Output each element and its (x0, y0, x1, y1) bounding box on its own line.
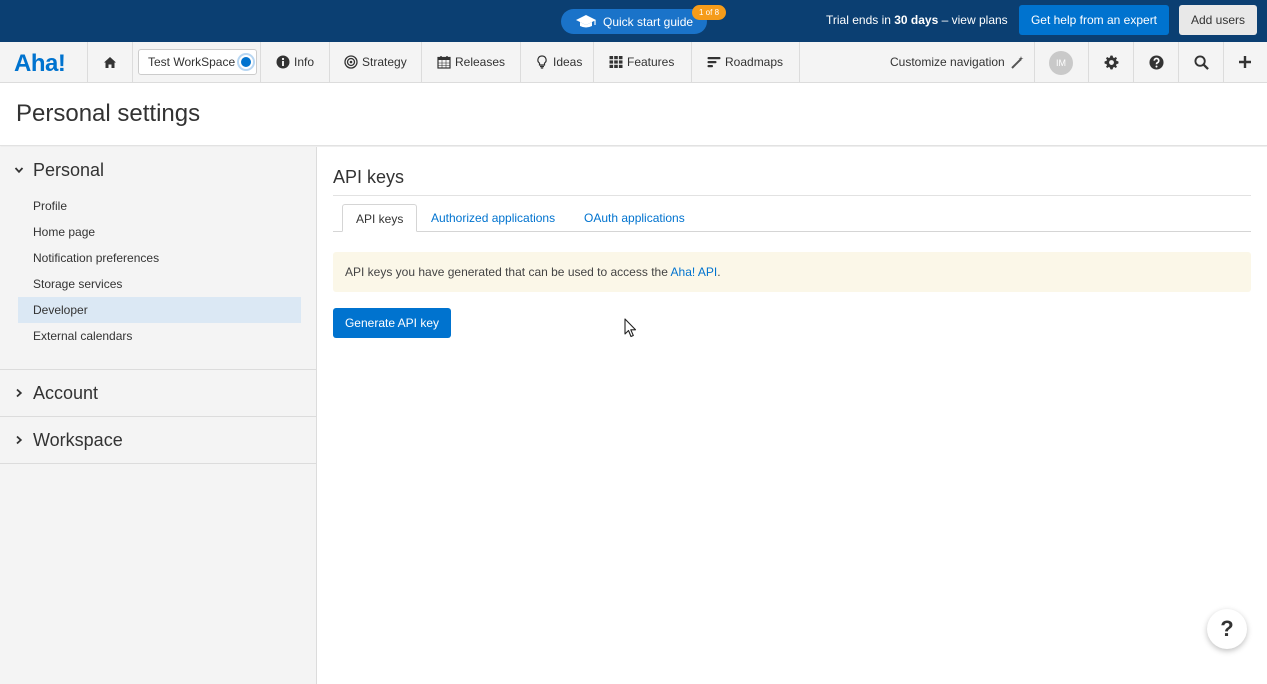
sidebar-item-developer[interactable]: Developer (18, 297, 301, 323)
magic-wand-icon (1011, 55, 1024, 69)
search-button[interactable] (1179, 42, 1223, 82)
user-avatar[interactable]: IM (1049, 51, 1073, 75)
lightbulb-icon (537, 55, 547, 69)
page-header: Personal settings (0, 83, 1267, 146)
nav-features-label: Features (627, 55, 675, 69)
nav-divider (593, 42, 594, 82)
nav-features[interactable]: Features (609, 42, 674, 82)
main-navigation: Aha! Test WorkSpace Info Strategy Releas… (0, 42, 1267, 83)
graduation-cap-icon (576, 14, 596, 27)
quick-start-guide-button[interactable]: Quick start guide (561, 9, 708, 34)
chevron-down-icon (14, 167, 24, 174)
nav-roadmaps-label: Roadmaps (725, 55, 784, 69)
trial-suffix: – view plans (938, 13, 1008, 27)
section-personal[interactable]: Personal (0, 147, 316, 193)
home-icon (104, 56, 116, 68)
get-help-button[interactable]: Get help from an expert (1019, 5, 1169, 35)
nav-info-label: Info (294, 55, 315, 69)
nav-strategy[interactable]: Strategy (344, 42, 407, 82)
aha-logo[interactable]: Aha! (14, 50, 66, 78)
tab-api-keys[interactable]: API keys (342, 204, 418, 232)
trial-days: 30 days (894, 13, 939, 27)
nav-divider (421, 42, 422, 82)
sidebar-item-notification-preferences[interactable]: Notification preferences (18, 245, 301, 271)
info-icon (276, 55, 290, 69)
nav-roadmaps[interactable]: Roadmaps (707, 42, 783, 82)
section-workspace-label: Workspace (33, 429, 123, 450)
grid-icon (609, 56, 623, 68)
section-workspace[interactable]: Workspace (0, 417, 316, 463)
sidebar-item-external-calendars[interactable]: External calendars (18, 323, 301, 349)
nav-releases-label: Releases (455, 55, 506, 69)
workspace-status-dot (239, 55, 253, 69)
trial-prefix: Trial ends in (826, 13, 895, 27)
help-button[interactable] (1134, 42, 1178, 82)
chevron-right-icon (16, 435, 23, 445)
quick-start-label: Quick start guide (603, 14, 694, 29)
quick-start-progress-badge: 1 of 8 (692, 5, 727, 20)
main-content: API keys API keys Authorized application… (317, 147, 1267, 684)
aha-api-link[interactable]: Aha! API (671, 265, 718, 279)
trial-notice[interactable]: Trial ends in 30 days – view plans (826, 13, 1008, 27)
search-icon (1193, 54, 1209, 70)
home-button[interactable] (88, 42, 132, 82)
customize-navigation-button[interactable]: Customize navigation (890, 42, 1025, 82)
sidebar-item-storage-services[interactable]: Storage services (18, 271, 301, 297)
mouse-cursor-icon (624, 318, 637, 338)
customize-navigation-label: Customize navigation (890, 55, 1005, 69)
tab-authorized-applications[interactable]: Authorized applications (418, 204, 568, 232)
plus-icon (1239, 56, 1251, 68)
section-account[interactable]: Account (0, 370, 316, 416)
help-chat-button[interactable]: ? (1207, 609, 1247, 649)
roadmap-icon (707, 57, 721, 68)
gear-icon (1103, 54, 1119, 70)
info-text: API keys you have generated that can be … (345, 265, 671, 279)
page-title: Personal settings (16, 100, 201, 127)
settings-button[interactable] (1089, 42, 1133, 82)
nav-divider (132, 42, 133, 82)
api-keys-info-banner: API keys you have generated that can be … (333, 252, 1251, 292)
target-icon (344, 55, 358, 69)
section-heading: API keys (333, 167, 405, 187)
tab-oauth-applications[interactable]: OAuth applications (571, 204, 698, 232)
sidebar-item-profile[interactable]: Profile (18, 193, 301, 219)
calendar-icon (437, 56, 451, 69)
sidebar-divider (0, 463, 316, 464)
nav-ideas[interactable]: Ideas (535, 42, 582, 82)
nav-releases[interactable]: Releases (437, 42, 505, 82)
heading-divider (333, 195, 1251, 196)
section-account-label: Account (33, 382, 99, 403)
nav-divider (329, 42, 330, 82)
nav-divider (1034, 42, 1035, 82)
nav-divider (260, 42, 261, 82)
nav-info[interactable]: Info (276, 42, 314, 82)
nav-strategy-label: Strategy (362, 55, 407, 69)
create-button[interactable] (1223, 42, 1267, 82)
nav-divider (691, 42, 692, 82)
settings-sidebar: Personal Profile Home page Notification … (0, 147, 317, 684)
question-circle-icon (1148, 54, 1164, 70)
chevron-right-icon (16, 388, 23, 398)
info-text-end: . (717, 265, 721, 279)
nav-divider (799, 42, 800, 82)
generate-api-key-button[interactable]: Generate API key (333, 308, 451, 338)
section-personal-label: Personal (33, 159, 105, 180)
add-users-button[interactable]: Add users (1179, 5, 1257, 35)
top-banner: Quick start guide 1 of 8 Trial ends in 3… (0, 0, 1267, 42)
nav-ideas-label: Ideas (553, 55, 583, 69)
nav-divider (520, 42, 521, 82)
sidebar-item-home-page[interactable]: Home page (18, 219, 301, 245)
